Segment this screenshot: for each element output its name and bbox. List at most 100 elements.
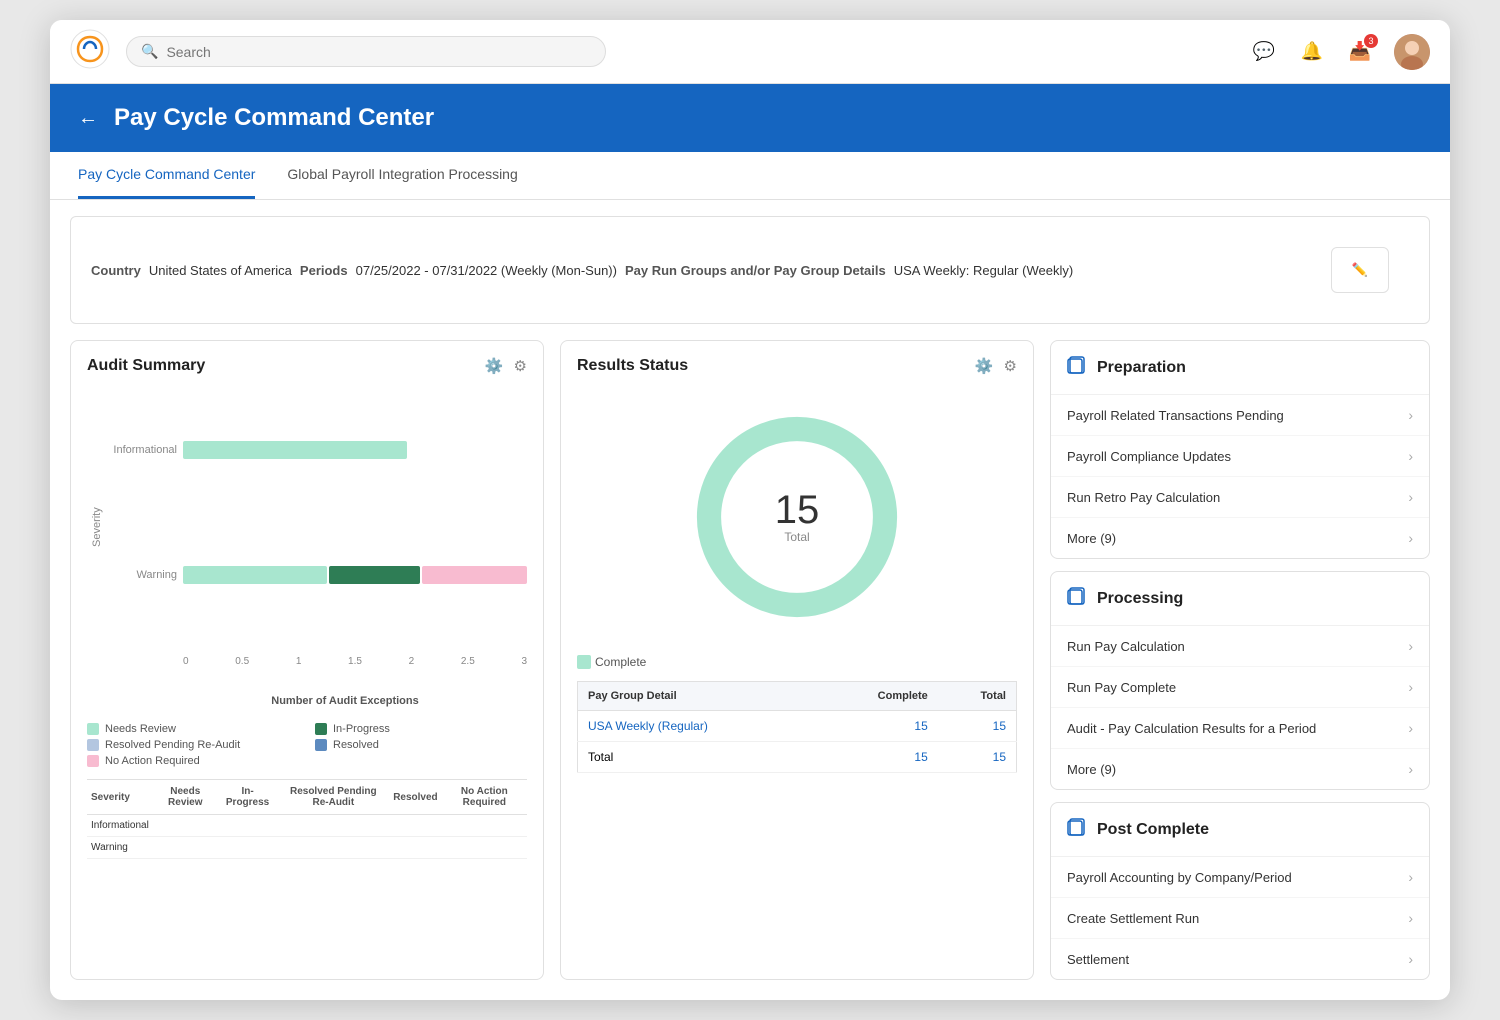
results-card-header: Results Status ⚙️ ⚙ — [577, 357, 1017, 375]
processing-item-1[interactable]: Run Pay Calculation › — [1051, 626, 1429, 667]
table-row-total: Total 15 15 — [578, 742, 1017, 773]
row-needs-review2 — [153, 837, 218, 859]
processing-item-3[interactable]: Audit - Pay Calculation Results for a Pe… — [1051, 708, 1429, 749]
donut-chart: 15 Total — [687, 407, 907, 627]
results-table: Pay Group Detail Complete Total USA Week… — [577, 681, 1017, 773]
legend-resolved-pending: Resolved Pending Re-Audit — [87, 739, 299, 751]
results-title: Results Status — [577, 357, 688, 375]
row-label-informational: Informational — [107, 444, 177, 456]
bar-warning-needsreview — [183, 566, 327, 584]
post-complete-title: Post Complete — [1097, 821, 1209, 839]
chat-icon[interactable]: 💬 — [1250, 38, 1278, 66]
back-button[interactable]: ← — [78, 107, 98, 130]
row-no-action — [442, 815, 527, 837]
audit-settings-icon[interactable]: ⚙ — [514, 357, 527, 375]
top-nav: 🔍 💬 🔔 📥 3 — [50, 20, 1450, 84]
audit-chart: Severity Informational Warning — [87, 387, 527, 667]
audit-col-severity: Severity — [87, 780, 153, 815]
x-tick-2: 2 — [409, 656, 415, 667]
chart-row-informational: Informational — [107, 387, 527, 512]
nav-icons: 💬 🔔 📥 3 — [1250, 34, 1430, 70]
grand-total-link[interactable]: 15 — [993, 750, 1006, 764]
proc-item-1-label: Run Pay Calculation — [1067, 639, 1185, 654]
preparation-item-1[interactable]: Payroll Related Transactions Pending › — [1051, 395, 1429, 436]
preparation-item-3[interactable]: Run Retro Pay Calculation › — [1051, 477, 1429, 518]
processing-item-more[interactable]: More (9) › — [1051, 749, 1429, 789]
legend-dot-noaction — [87, 755, 99, 767]
audit-legend: Needs Review In-Progress Resolved Pendin… — [87, 723, 527, 767]
tab-global-payroll[interactable]: Global Payroll Integration Processing — [287, 152, 517, 199]
legend-dot-inprogress — [315, 723, 327, 735]
audit-col-needs-review: Needs Review — [153, 780, 218, 815]
x-tick-1: 1 — [296, 656, 302, 667]
total-complete: 15 — [818, 742, 938, 773]
results-filter-icon[interactable]: ⚙️ — [975, 357, 994, 375]
tab-pay-cycle[interactable]: Pay Cycle Command Center — [78, 152, 255, 199]
processing-header: Processing — [1051, 572, 1429, 626]
prep-item-2-arrow: › — [1408, 448, 1413, 464]
post-complete-item-2[interactable]: Create Settlement Run › — [1051, 898, 1429, 939]
status-legend: Complete — [577, 655, 1017, 669]
preparation-header: Preparation — [1051, 341, 1429, 395]
x-axis: 0 0.5 1 1.5 2 2.5 3 — [183, 656, 527, 667]
processing-item-2[interactable]: Run Pay Complete › — [1051, 667, 1429, 708]
user-avatar[interactable] — [1394, 34, 1430, 70]
legend-dot-resolved — [315, 739, 327, 751]
search-bar[interactable]: 🔍 — [126, 36, 606, 67]
complete-link[interactable]: 15 — [914, 719, 927, 733]
bars-warning — [183, 540, 527, 610]
right-panel: Preparation Payroll Related Transactions… — [1050, 340, 1430, 980]
row-resolved-pending — [277, 815, 389, 837]
proc-item-2-label: Run Pay Complete — [1067, 680, 1176, 695]
post-item-2-arrow: › — [1408, 910, 1413, 926]
edit-icon[interactable]: ✏️ — [1331, 247, 1389, 293]
audit-col-resolved: Resolved — [389, 780, 441, 815]
x-tick-0: 0 — [183, 656, 189, 667]
pay-group-name: USA Weekly (Regular) — [578, 711, 818, 742]
preparation-title: Preparation — [1097, 359, 1186, 377]
legend-dot-needsreview — [87, 723, 99, 735]
main-window: 🔍 💬 🔔 📥 3 ← Pay Cycle Command Center — [50, 20, 1450, 1000]
results-settings-icon[interactable]: ⚙ — [1004, 357, 1017, 375]
total-link[interactable]: 15 — [993, 719, 1006, 733]
legend-label-resolved: Resolved — [333, 739, 379, 751]
post-complete-item-1[interactable]: Payroll Accounting by Company/Period › — [1051, 857, 1429, 898]
inbox-icon[interactable]: 📥 3 — [1346, 38, 1374, 66]
proc-more-arrow: › — [1408, 761, 1413, 777]
proc-item-1-arrow: › — [1408, 638, 1413, 654]
row-label-warning: Warning — [107, 569, 177, 581]
row-in-progress — [218, 815, 278, 837]
processing-icon — [1067, 586, 1087, 611]
audit-filter-icon[interactable]: ⚙️ — [485, 357, 504, 375]
bar-row-warning — [183, 566, 527, 584]
x-tick-15: 1.5 — [348, 656, 362, 667]
page-header: ← Pay Cycle Command Center — [50, 84, 1450, 152]
row-severity2: Warning — [87, 837, 153, 859]
donut-label: Total — [775, 530, 820, 544]
preparation-item-2[interactable]: Payroll Compliance Updates › — [1051, 436, 1429, 477]
bars-informational — [183, 415, 527, 485]
post-complete-item-3[interactable]: Settlement › — [1051, 939, 1429, 979]
post-item-1-arrow: › — [1408, 869, 1413, 885]
total-complete-link[interactable]: 15 — [914, 750, 927, 764]
audit-col-no-action: No Action Required — [442, 780, 527, 815]
post-item-3-label: Settlement — [1067, 952, 1129, 967]
notification-icon[interactable]: 🔔 — [1298, 38, 1326, 66]
page-title: Pay Cycle Command Center — [114, 104, 434, 132]
results-status-card: Results Status ⚙️ ⚙ 15 Total — [560, 340, 1034, 980]
workday-logo[interactable] — [70, 29, 110, 74]
post-complete-card: Post Complete Payroll Accounting by Comp… — [1050, 802, 1430, 980]
table-row: Informational — [87, 815, 527, 837]
y-axis-label: Severity — [87, 387, 107, 667]
payrun-value: USA Weekly: Regular (Weekly) — [894, 263, 1073, 278]
search-input[interactable] — [166, 44, 591, 60]
x-tick-05: 0.5 — [235, 656, 249, 667]
proc-item-3-arrow: › — [1408, 720, 1413, 736]
donut-container: 15 Total — [577, 387, 1017, 647]
col-total: Total — [938, 682, 1017, 711]
preparation-item-more[interactable]: More (9) › — [1051, 518, 1429, 558]
country-value: United States of America — [149, 263, 292, 278]
results-card-icons: ⚙️ ⚙ — [975, 357, 1017, 375]
pay-group-link[interactable]: USA Weekly (Regular) — [588, 719, 708, 733]
proc-more-label: More (9) — [1067, 762, 1116, 777]
